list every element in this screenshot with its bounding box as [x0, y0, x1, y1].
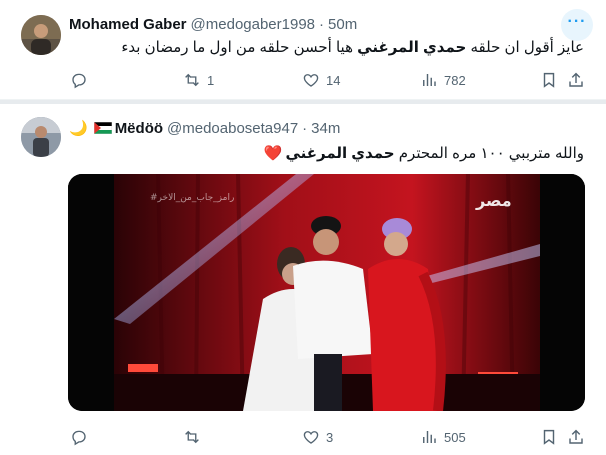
share-icon [569, 429, 583, 444]
display-name[interactable]: Mëdöö [115, 120, 163, 137]
analytics-icon [423, 431, 436, 443]
reply-button[interactable] [70, 427, 94, 447]
heart-icon [303, 74, 319, 87]
tweet-text-bold: حمدي المرغني [285, 145, 395, 162]
red-heart-emoji: ❤️ [263, 145, 283, 162]
timestamp[interactable]: 50m [328, 16, 357, 33]
video-watermark: #رامز_جاب_من_الاخر [150, 193, 234, 203]
tweet-text-part: عايز أقول ان حلقه [466, 39, 584, 56]
tweet-header: Mohamed Gaber @medogaber1998 · 50m [69, 14, 357, 34]
view-count: 505 [444, 429, 466, 445]
share-button[interactable] [567, 70, 585, 90]
analytics-icon [423, 74, 436, 86]
retweet-button[interactable] [183, 427, 207, 447]
retweet-count: 1 [207, 72, 215, 88]
retweet-icon [185, 73, 199, 87]
like-button[interactable]: 3 [302, 427, 333, 447]
like-count: 3 [326, 429, 334, 445]
handle[interactable]: @medogaber1998 [191, 16, 315, 33]
tweet-header: 🌙 Mëdöö @medoaboseta947 · 34m [69, 118, 340, 138]
video-player[interactable]: مصر #رامز_جاب_من_الاخر [68, 174, 585, 411]
avatar[interactable] [21, 117, 61, 157]
retweet-button[interactable]: 1 [183, 70, 214, 90]
separator-dot: · [302, 119, 308, 137]
tweet-text: والله مترببي ١٠٠ مره المحترم حمدي المرغن… [264, 144, 584, 162]
views-button[interactable]: 505 [420, 427, 466, 447]
tweet-text-part: هيا أحسن حلقه من اول ما رمضان بدء [121, 39, 358, 56]
separator-dot: · [319, 15, 325, 33]
tweet-1[interactable]: Mohamed Gaber @medogaber1998 · 50m ··· ع… [0, 0, 606, 100]
tweet-2[interactable]: 🌙 Mëdöö @medoaboseta947 · 34m والله مترب… [0, 100, 606, 455]
bookmark-button[interactable] [540, 70, 558, 90]
tweet-text-part: والله مترببي ١٠٠ مره المحترم [394, 145, 584, 162]
palestine-flag-icon [93, 122, 112, 134]
retweet-icon [185, 430, 199, 444]
action-bar: 1 14 782 [66, 70, 586, 90]
timestamp[interactable]: 34m [311, 120, 340, 137]
more-icon: ··· [567, 13, 587, 30]
tweet-text: عايز أقول ان حلقه حمدي المرغني هيا أحسن … [121, 38, 584, 56]
like-count: 14 [326, 72, 341, 88]
avatar[interactable] [21, 15, 61, 55]
bookmark-icon [543, 429, 555, 445]
reply-icon [72, 430, 86, 446]
action-bar: 3 505 [66, 427, 586, 447]
more-options-button[interactable]: ··· [561, 9, 593, 41]
crescent-moon-icon: 🌙 [69, 120, 88, 137]
video-frame: مصر #رامز_جاب_من_الاخر [68, 174, 585, 411]
handle[interactable]: @medoaboseta947 [167, 120, 298, 137]
views-button[interactable]: 782 [420, 70, 466, 90]
display-name[interactable]: Mohamed Gaber [69, 16, 187, 33]
like-button[interactable]: 14 [302, 70, 340, 90]
tweet-text-bold: حمدي المرغني [357, 39, 467, 56]
share-icon [569, 72, 583, 87]
channel-logo: مصر [475, 191, 512, 210]
bookmark-icon [543, 72, 555, 88]
bookmark-button[interactable] [540, 427, 558, 447]
view-count: 782 [444, 72, 466, 88]
heart-icon [303, 431, 319, 444]
share-button[interactable] [567, 427, 585, 447]
reply-icon [72, 73, 86, 89]
reply-button[interactable] [70, 70, 94, 90]
